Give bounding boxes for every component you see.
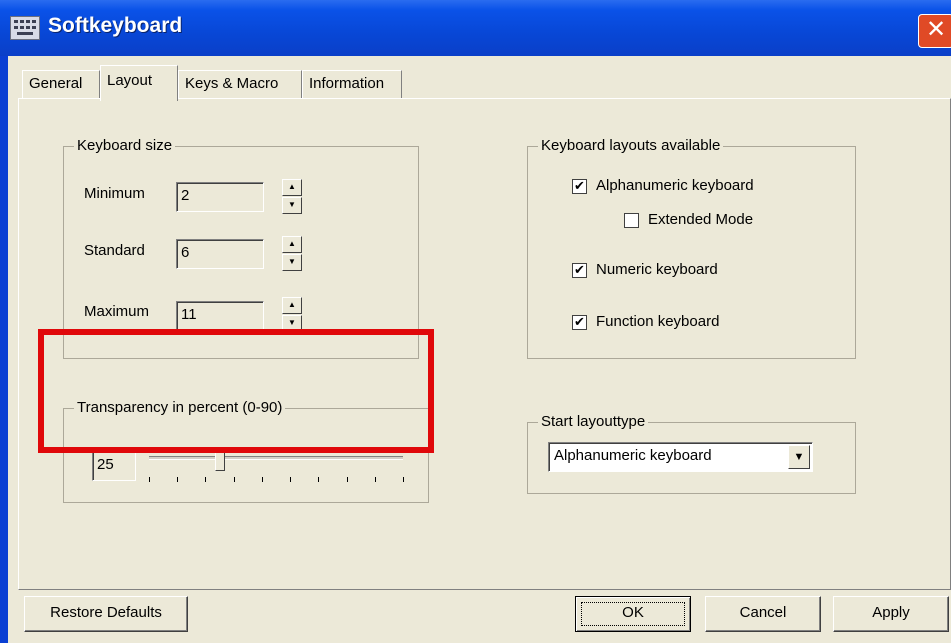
close-icon[interactable]: ✕ [918,14,951,48]
keyboard-size-label: Keyboard size [74,137,176,155]
minimum-spinner[interactable]: ▲ ▼ [282,179,302,215]
alphanumeric-checkbox-row[interactable]: ✔ Alphanumeric keyboard [572,177,802,199]
keyboard-icon [10,16,40,40]
numeric-label: Numeric keyboard [596,261,718,278]
function-label: Function keyboard [596,313,720,330]
title-bar[interactable]: Softkeyboard ✕ [0,0,951,56]
start-layout-selected: Alphanumeric keyboard [554,447,712,464]
dropdown-arrow-icon[interactable]: ▼ [788,445,810,469]
numeric-checkbox[interactable]: ✔ [572,263,587,278]
slider-tick [318,477,320,482]
ok-button[interactable]: OK [575,596,691,632]
apply-button[interactable]: Apply [833,596,949,632]
maximum-spinner[interactable]: ▲ ▼ [282,297,302,333]
spin-up-icon[interactable]: ▲ [282,297,302,314]
standard-label: Standard [84,242,145,259]
slider-tick [233,477,235,482]
maximum-field[interactable]: 11 [176,301,264,331]
window-title: Softkeyboard [48,14,183,37]
tab-general[interactable]: General [22,70,100,98]
slider-tick [374,477,376,482]
extended-label: Extended Mode [648,211,754,228]
spin-down-icon[interactable]: ▼ [282,197,302,214]
keyboard-layouts-group: Keyboard layouts available ✔ Alphanumeri… [527,137,856,359]
tab-information[interactable]: Information [302,70,402,98]
keyboard-layouts-label: Keyboard layouts available [538,137,724,155]
numeric-checkbox-row[interactable]: ✔ Numeric keyboard [572,261,772,283]
slider-tick [346,477,348,482]
extended-checkbox[interactable] [624,213,639,228]
standard-field[interactable]: 6 [176,239,264,269]
slider-tick [403,477,404,482]
spin-up-icon[interactable]: ▲ [282,179,302,196]
alphanumeric-checkbox[interactable]: ✔ [572,179,587,194]
spin-up-icon[interactable]: ▲ [282,236,302,253]
minimum-field[interactable]: 2 [176,182,264,212]
start-layout-select[interactable]: Alphanumeric keyboard ▼ [548,442,813,472]
transparency-field[interactable]: 25 [92,451,136,481]
highlight-box [38,329,434,453]
slider-tick [177,477,179,482]
minimum-label: Minimum [84,185,145,202]
cancel-button[interactable]: Cancel [705,596,821,632]
start-layout-label: Start layouttype [538,413,649,431]
slider-tick [149,477,150,482]
standard-spinner[interactable]: ▲ ▼ [282,236,302,272]
slider-tick [205,477,207,482]
extended-checkbox-row[interactable]: Extended Mode [624,211,794,233]
alphanumeric-label: Alphanumeric keyboard [596,177,754,194]
focus-rect [581,602,685,626]
tab-layout[interactable]: Layout [100,65,178,101]
dialog-window: Softkeyboard ✕ General Layout Keys & Mac… [0,0,951,643]
slider-tick [290,477,292,482]
maximum-label: Maximum [84,303,150,320]
spin-down-icon[interactable]: ▼ [282,254,302,271]
function-checkbox-row[interactable]: ✔ Function keyboard [572,313,772,335]
transparency-slider-track[interactable] [149,456,403,460]
restore-defaults-button[interactable]: Restore Defaults [24,596,188,632]
function-checkbox[interactable]: ✔ [572,315,587,330]
start-layout-group: Start layouttype Alphanumeric keyboard ▼ [527,413,856,494]
slider-tick [261,477,263,482]
tab-keys-macro[interactable]: Keys & Macro [178,70,302,98]
keyboard-size-group: Keyboard size Minimum 2 ▲ ▼ Standard 6 ▲… [63,137,419,359]
